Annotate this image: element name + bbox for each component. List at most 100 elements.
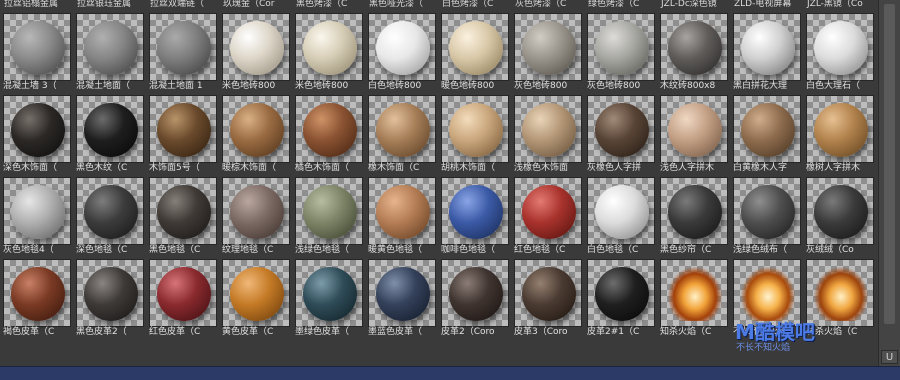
material-swatch[interactable]: 灰色地砖800 — [586, 12, 656, 92]
material-sphere — [84, 21, 138, 75]
material-swatch[interactable]: 皮革3（Coro — [513, 258, 583, 338]
material-label: 胡桃木饰面（ — [441, 163, 496, 173]
material-swatch[interactable]: 深色木饰面（ — [2, 94, 72, 174]
material-browser: 拉丝铝榻金属 拉丝银珏金属 拉丝双端链（ 玖瑰金（Cor 黑色烤漆（C 黑色哑光漆（ 白色烤… — [0, 0, 900, 380]
material-swatch[interactable]: 浅绿色地毯（ — [294, 176, 364, 256]
material-sphere — [84, 267, 138, 321]
material-swatch[interactable]: 咖啡色地毯（ — [440, 176, 510, 256]
swatch-preview — [222, 259, 290, 327]
material-swatch[interactable]: 白色地毯（C — [586, 176, 656, 256]
material-label: 皮革2（Coro — [441, 327, 495, 337]
material-sphere — [595, 185, 649, 239]
material-swatch[interactable]: 米色地砖800 — [221, 12, 291, 92]
material-swatch[interactable]: 黑白拼花大理 — [732, 12, 802, 92]
material-swatch[interactable]: 木纹砖800x8 — [659, 12, 729, 92]
material-row-2: 深色木饰面（ 黑色木纹（C 木饰面5号（ 暖棕木饰面（ 橘色木饰面（ 橡木饰面（C 胡桃木饰… — [0, 94, 877, 174]
material-sphere — [814, 21, 868, 75]
material-swatch[interactable]: 橡树人字拼木 — [805, 94, 875, 174]
swatch-preview — [149, 13, 217, 81]
swatch-preview — [368, 177, 436, 245]
material-swatch[interactable]: 黄色皮革（C — [221, 258, 291, 338]
material-swatch[interactable]: 深色地毯（C — [75, 176, 145, 256]
material-swatch[interactable]: 暖黄色地毯（ — [367, 176, 437, 256]
material-swatch[interactable]: 墨蓝色皮革（ — [367, 258, 437, 338]
swatch-preview — [295, 177, 363, 245]
material-swatch[interactable]: 混凝土地面 1 — [148, 12, 218, 92]
material-swatch[interactable]: 黑色木纹（C — [75, 94, 145, 174]
material-label: 浅绿色地毯（ — [295, 245, 350, 255]
material-swatch[interactable]: 浅橡色木饰面 — [513, 94, 583, 174]
material-sphere — [522, 21, 576, 75]
material-swatch[interactable]: 浅色人字拼木 — [659, 94, 729, 174]
material-sphere — [522, 185, 576, 239]
material-swatch[interactable]: 橡木饰面（C — [367, 94, 437, 174]
material-swatch[interactable]: 灰橡色人字拼 — [586, 94, 656, 174]
swatch-preview — [76, 259, 144, 327]
material-swatch[interactable]: 混凝土地面（ — [75, 12, 145, 92]
material-swatch[interactable]: 浅绿色绒布（ — [732, 176, 802, 256]
fire-preview — [668, 267, 722, 321]
scroll-thumb[interactable] — [884, 4, 895, 324]
status-bar — [0, 366, 900, 380]
material-swatch[interactable]: 红色地毯（C — [513, 176, 583, 256]
top-label-11: ZLD-电视屏幕 — [734, 0, 792, 9]
material-sphere — [303, 185, 357, 239]
material-sphere — [157, 267, 211, 321]
material-sphere — [668, 103, 722, 157]
swatch-preview — [149, 259, 217, 327]
material-label: 红色皮革（C — [149, 327, 201, 337]
material-sphere — [11, 103, 65, 157]
material-swatch[interactable]: 知杀火焰（C — [659, 258, 729, 338]
material-swatch[interactable]: 皮革2#1（C — [586, 258, 656, 338]
material-swatch[interactable]: 橘色木饰面（ — [294, 94, 364, 174]
material-label: 暖色地砖800 — [441, 81, 495, 91]
material-sphere — [449, 21, 503, 75]
material-swatch[interactable]: 纹理地毯（C — [221, 176, 291, 256]
material-swatch[interactable]: 白色大理石（ — [805, 12, 875, 92]
material-sphere — [741, 21, 795, 75]
material-label: 深色木饰面（ — [3, 163, 58, 173]
material-swatch[interactable]: 混凝土墙 3（ — [2, 12, 72, 92]
material-label: 皮革2#1（C — [587, 327, 640, 337]
material-sphere — [11, 267, 65, 321]
material-swatch[interactable]: 黑色地毯（C — [148, 176, 218, 256]
material-swatch[interactable]: 灰色地砖800 — [513, 12, 583, 92]
material-sphere — [230, 267, 284, 321]
watermark-subtext: 不长不知火焰 — [736, 343, 791, 353]
material-sphere — [230, 185, 284, 239]
material-sphere — [741, 103, 795, 157]
material-sphere — [376, 21, 430, 75]
material-swatch[interactable]: 米色地砖800 — [294, 12, 364, 92]
material-label: 墨蓝色皮革（ — [368, 327, 423, 337]
material-sphere — [595, 103, 649, 157]
material-swatch[interactable]: 灰色地毯4（ — [2, 176, 72, 256]
swatch-preview — [514, 177, 582, 245]
material-sphere — [449, 103, 503, 157]
material-sphere — [668, 185, 722, 239]
material-label: 黑色木纹（C — [76, 163, 128, 173]
material-swatch[interactable]: 暖棕木饰面（ — [221, 94, 291, 174]
top-label-12: JZL-黑镜（Co — [807, 0, 863, 9]
material-swatch[interactable]: 木饰面5号（ — [148, 94, 218, 174]
material-sphere — [595, 21, 649, 75]
material-swatch[interactable]: 墨绿色皮革（ — [294, 258, 364, 338]
material-swatch[interactable]: 皮革2（Coro — [440, 258, 510, 338]
material-sphere — [814, 103, 868, 157]
material-swatch[interactable]: 白黄橡木人字 — [732, 94, 802, 174]
material-swatch[interactable]: 红色皮革（C — [148, 258, 218, 338]
material-swatch[interactable]: 白色地砖800 — [367, 12, 437, 92]
swatch-preview — [368, 13, 436, 81]
swatch-preview — [149, 177, 217, 245]
swatch-preview — [222, 95, 290, 163]
material-swatch[interactable]: 胡桃木饰面（ — [440, 94, 510, 174]
material-swatch[interactable]: 褐色皮革（C — [2, 258, 72, 338]
vertical-scrollbar[interactable]: U — [878, 0, 900, 366]
material-sphere — [230, 21, 284, 75]
scroll-down-button[interactable]: U — [881, 350, 898, 364]
material-swatch[interactable]: 长杀火焰（C — [805, 258, 875, 338]
material-label: 白黄橡木人字 — [733, 163, 788, 173]
material-swatch[interactable]: 灰绒绒（Co — [805, 176, 875, 256]
material-swatch[interactable]: 暖色地砖800 — [440, 12, 510, 92]
material-swatch[interactable]: 黑色纱帘（C — [659, 176, 729, 256]
material-swatch[interactable]: 黑色皮革2（ — [75, 258, 145, 338]
